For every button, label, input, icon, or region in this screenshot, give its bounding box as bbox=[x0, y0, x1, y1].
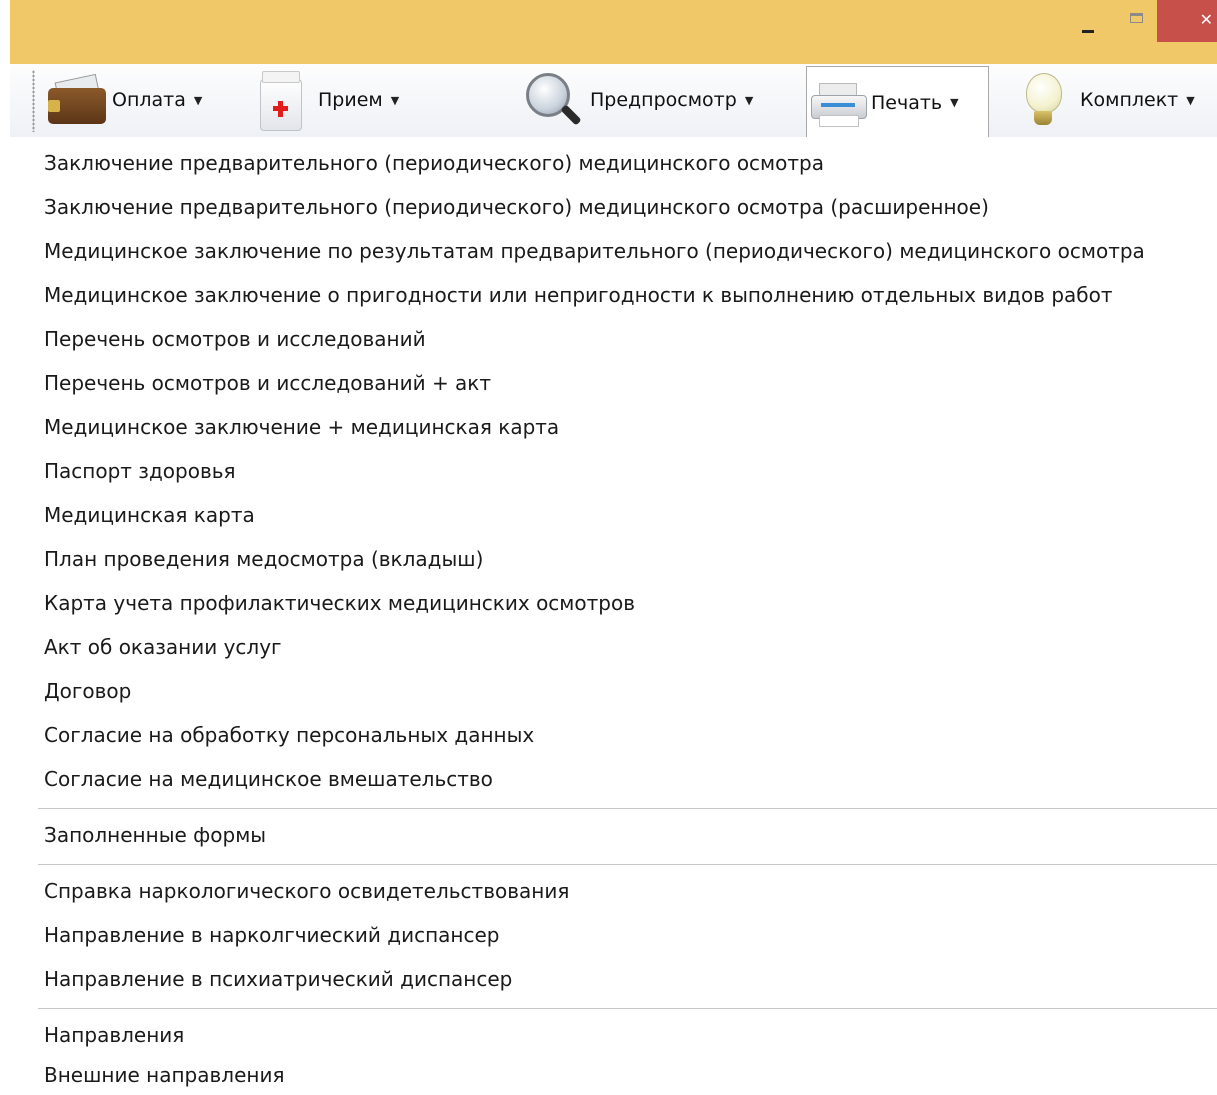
menu-item[interactable]: Акт об оказании услуг bbox=[10, 625, 1217, 669]
menu-item[interactable]: Внешние направления bbox=[10, 1053, 1217, 1095]
chevron-down-icon: ▼ bbox=[950, 96, 959, 109]
menu-item[interactable]: Медицинское заключение по результатам пр… bbox=[10, 229, 1217, 273]
app-window: ✕ Оплата ▼ Прием ▼ Предпросмотр ▼ Печать… bbox=[0, 0, 1217, 1095]
window-left-edge bbox=[0, 0, 10, 1095]
menu-item[interactable]: Направление в нарколгчиеский диспансер bbox=[10, 913, 1217, 957]
preview-button[interactable]: Предпросмотр ▼ bbox=[522, 66, 753, 134]
chevron-down-icon: ▼ bbox=[390, 93, 400, 107]
menu-item[interactable]: Медицинская карта bbox=[10, 493, 1217, 537]
menu-item[interactable]: План проведения медосмотра (вкладыш) bbox=[10, 537, 1217, 581]
menu-item[interactable]: Медицинское заключение + медицинская кар… bbox=[10, 405, 1217, 449]
lightbulb-icon bbox=[1016, 69, 1068, 131]
payment-button[interactable]: Оплата ▼ bbox=[46, 66, 202, 134]
menu-item[interactable]: Договор bbox=[10, 669, 1217, 713]
menu-item[interactable]: Направления bbox=[10, 1013, 1217, 1057]
print-button[interactable]: Печать ▼ bbox=[806, 66, 989, 138]
menu-separator bbox=[38, 864, 1217, 865]
maximize-icon bbox=[1130, 13, 1143, 23]
menu-item[interactable]: Заполненные формы bbox=[10, 813, 1217, 857]
menu-item[interactable]: Согласие на медицинское вмешательство bbox=[10, 757, 1217, 801]
magnifier-icon bbox=[522, 71, 584, 129]
reception-label: Прием bbox=[318, 89, 383, 111]
minimize-button[interactable] bbox=[1072, 0, 1112, 42]
menu-item[interactable]: Перечень осмотров и исследований + акт bbox=[10, 361, 1217, 405]
printer-icon bbox=[807, 77, 869, 129]
menu-item[interactable]: Заключение предварительного (периодическ… bbox=[10, 141, 1217, 185]
toolbar-grip[interactable] bbox=[32, 70, 35, 132]
kit-button[interactable]: Комплект ▼ bbox=[1016, 66, 1195, 134]
maximize-button[interactable] bbox=[1115, 0, 1159, 42]
payment-label: Оплата bbox=[112, 89, 186, 111]
reception-button[interactable]: Прием ▼ bbox=[254, 66, 399, 134]
title-bar: ✕ bbox=[10, 0, 1217, 64]
medkit-icon bbox=[254, 69, 306, 131]
menu-item[interactable]: Паспорт здоровья bbox=[10, 449, 1217, 493]
print-label: Печать bbox=[871, 91, 943, 114]
menu-item[interactable]: Карта учета профилактических медицинских… bbox=[10, 581, 1217, 625]
chevron-down-icon: ▼ bbox=[193, 93, 203, 107]
menu-item[interactable]: Перечень осмотров и исследований bbox=[10, 317, 1217, 361]
menu-item[interactable]: Медицинское заключение о пригодности или… bbox=[10, 273, 1217, 317]
menu-item[interactable]: Направление в психиатрический диспансер bbox=[10, 957, 1217, 1001]
chevron-down-icon: ▼ bbox=[744, 93, 754, 107]
menu-separator bbox=[38, 808, 1217, 809]
menu-item[interactable]: Справка наркологического освидетельствов… bbox=[10, 869, 1217, 913]
preview-label: Предпросмотр bbox=[590, 89, 737, 111]
kit-label: Комплект bbox=[1080, 89, 1179, 111]
print-dropdown-menu: Заключение предварительного (периодическ… bbox=[10, 137, 1217, 1095]
minimize-icon bbox=[1082, 30, 1094, 33]
close-button[interactable]: ✕ bbox=[1157, 0, 1217, 42]
wallet-icon bbox=[46, 73, 108, 126]
close-icon: ✕ bbox=[1199, 10, 1213, 29]
menu-item[interactable]: Заключение предварительного (периодическ… bbox=[10, 185, 1217, 229]
chevron-down-icon: ▼ bbox=[1186, 93, 1195, 107]
menu-item[interactable]: Согласие на обработку персональных данны… bbox=[10, 713, 1217, 757]
menu-separator bbox=[38, 1008, 1217, 1009]
toolbar: Оплата ▼ Прием ▼ Предпросмотр ▼ Печать ▼ bbox=[10, 64, 1217, 138]
